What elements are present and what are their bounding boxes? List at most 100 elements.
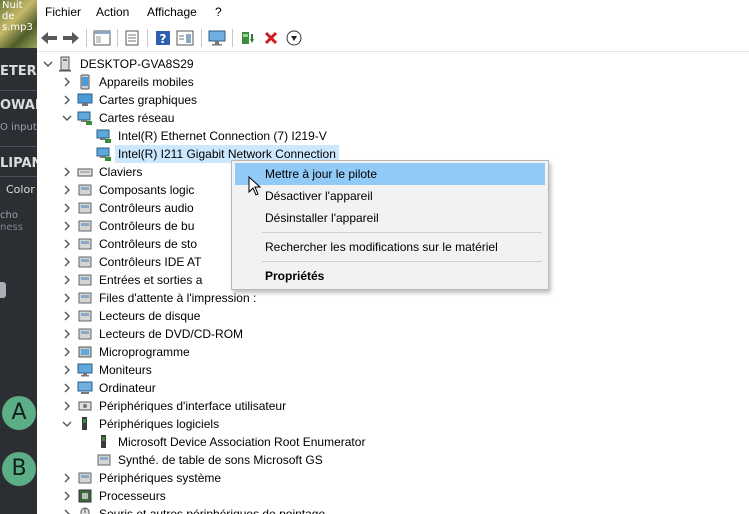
chevron-right-icon[interactable] bbox=[61, 325, 73, 343]
tree-item-label: Périphériques logiciels bbox=[99, 417, 220, 431]
menu-help[interactable]: ? bbox=[215, 5, 222, 19]
tree-item-label: Cartes graphiques bbox=[99, 93, 198, 107]
tree-item-label: Files d'attente à l'impression : bbox=[99, 291, 257, 305]
tree-item[interactable]: Cartes graphiques bbox=[61, 91, 200, 109]
tree-item[interactable]: Ordinateur bbox=[61, 379, 159, 397]
forward-arrow-icon[interactable] bbox=[61, 28, 81, 48]
chevron-down-icon[interactable] bbox=[42, 55, 54, 73]
chevron-right-icon[interactable] bbox=[61, 91, 73, 109]
chevron-right-icon[interactable] bbox=[61, 217, 73, 235]
tree-item-label: Intel(R) Ethernet Connection (7) I219-V bbox=[118, 129, 327, 143]
tree-item[interactable]: Lecteurs de DVD/CD-ROM bbox=[61, 325, 246, 343]
chevron-right-icon[interactable] bbox=[61, 199, 73, 217]
tree-item-label: Lecteurs de disque bbox=[99, 309, 201, 323]
tree-item-label: Contrôleurs audio bbox=[99, 201, 194, 215]
tree-root[interactable]: DESKTOP-GVA8S29 bbox=[42, 55, 197, 73]
tree-item[interactable]: Périphériques d'interface utilisateur bbox=[61, 397, 289, 415]
chevron-right-icon[interactable] bbox=[61, 271, 73, 289]
tree-item[interactable]: Contrôleurs de sto bbox=[61, 235, 200, 253]
chevron-right-icon[interactable] bbox=[61, 505, 73, 514]
chevron-right-icon[interactable] bbox=[61, 307, 73, 325]
chevron-right-icon[interactable] bbox=[61, 469, 73, 487]
tree-item-label: Cartes réseau bbox=[99, 111, 175, 125]
dvd-drive-icon bbox=[77, 326, 93, 342]
download-icon[interactable] bbox=[284, 28, 304, 48]
tree-item[interactable]: Microsoft Device Association Root Enumer… bbox=[80, 433, 368, 451]
menu-action[interactable]: Action bbox=[96, 5, 129, 19]
tree-item[interactable]: Contrôleurs audio bbox=[61, 199, 197, 217]
expander-placeholder bbox=[80, 127, 92, 145]
display-adapter-icon bbox=[77, 92, 93, 108]
back-arrow-icon[interactable] bbox=[39, 28, 59, 48]
chevron-right-icon[interactable] bbox=[61, 181, 73, 199]
chevron-right-icon[interactable] bbox=[61, 235, 73, 253]
toolbar: ? bbox=[37, 24, 749, 52]
chevron-right-icon[interactable] bbox=[61, 397, 73, 415]
chevron-down-icon[interactable] bbox=[61, 415, 73, 433]
tree-root-label: DESKTOP-GVA8S29 bbox=[80, 57, 194, 71]
bg-button-a[interactable]: A bbox=[2, 396, 36, 430]
tree-item[interactable]: Moniteurs bbox=[61, 361, 155, 379]
properties-icon[interactable] bbox=[122, 28, 142, 48]
tree-item[interactable]: Contrôleurs de bu bbox=[61, 217, 197, 235]
audio-io-icon bbox=[77, 272, 93, 288]
tree-item[interactable]: Cartes réseau bbox=[61, 109, 177, 127]
tree-item[interactable]: Intel(R) Ethernet Connection (7) I219-V bbox=[80, 127, 330, 145]
chevron-right-icon[interactable] bbox=[61, 487, 73, 505]
tree-item[interactable]: Files d'attente à l'impression : bbox=[61, 289, 259, 307]
chevron-right-icon[interactable] bbox=[61, 289, 73, 307]
chevron-right-icon[interactable] bbox=[61, 361, 73, 379]
background-app-strip: Nuit de s.mp3 ETER OWAR O input LIPAN Co… bbox=[0, 0, 37, 514]
toolbar-separator bbox=[117, 29, 118, 47]
ctx-uninstall-device[interactable]: Désinstaller l'appareil bbox=[235, 207, 545, 229]
thumbnail-caption-line-1: Nuit de bbox=[2, 0, 23, 22]
toolbar-separator bbox=[147, 29, 148, 47]
tree-item[interactable]: Entrées et sorties a bbox=[61, 271, 205, 289]
menu-affichage[interactable]: Affichage bbox=[147, 5, 197, 19]
tree-item-label: Appareils mobiles bbox=[99, 75, 194, 89]
uninstall-icon[interactable] bbox=[261, 28, 281, 48]
software-device-icon bbox=[77, 416, 93, 432]
expander-placeholder bbox=[80, 145, 92, 163]
tree-item[interactable]: Processeurs bbox=[61, 487, 169, 505]
chevron-right-icon[interactable] bbox=[61, 253, 73, 271]
computer-icon bbox=[58, 56, 74, 72]
ctx-properties[interactable]: Propriétés bbox=[235, 265, 545, 287]
update-driver-icon[interactable] bbox=[238, 28, 258, 48]
thumbnail-caption: Nuit de s.mp3 bbox=[2, 0, 37, 33]
menu-fichier[interactable]: Fichier bbox=[45, 5, 81, 19]
tree-item[interactable]: Périphériques logiciels bbox=[61, 415, 222, 433]
tree-item[interactable]: Composants logic bbox=[61, 181, 197, 199]
monitor-icon[interactable] bbox=[207, 28, 227, 48]
system-device-icon bbox=[77, 470, 93, 486]
tree-item[interactable]: Microprogramme bbox=[61, 343, 193, 361]
tree-item[interactable]: Contrôleurs IDE AT bbox=[61, 253, 204, 271]
bg-divider bbox=[0, 146, 37, 147]
ctx-update-driver[interactable]: Mettre à jour le pilote bbox=[235, 163, 545, 185]
tree-item[interactable]: Claviers bbox=[61, 163, 145, 181]
tree-item[interactable]: Appareils mobiles bbox=[61, 73, 197, 91]
tree-item[interactable]: Souris et autres périphériques de pointa… bbox=[61, 505, 328, 514]
action-pane-icon[interactable] bbox=[175, 28, 195, 48]
chevron-down-icon[interactable] bbox=[61, 109, 73, 127]
tree-item-label: Périphériques d'interface utilisateur bbox=[99, 399, 287, 413]
ctx-disable-device[interactable]: Désactiver l'appareil bbox=[235, 185, 545, 207]
tree-item-label: Contrôleurs de sto bbox=[99, 237, 198, 251]
computer-icon bbox=[77, 380, 93, 396]
tree-item[interactable]: Lecteurs de disque bbox=[61, 307, 203, 325]
bg-button-b[interactable]: B bbox=[2, 452, 36, 486]
help-icon[interactable]: ? bbox=[153, 28, 173, 48]
chevron-right-icon[interactable] bbox=[61, 73, 73, 91]
bg-slider-knob[interactable] bbox=[0, 282, 6, 298]
chevron-right-icon[interactable] bbox=[61, 379, 73, 397]
tree-item[interactable]: Synthé. de table de sons Microsoft GS bbox=[80, 451, 326, 469]
show-hide-console-icon[interactable] bbox=[92, 28, 112, 48]
bg-divider bbox=[0, 90, 37, 91]
ctx-scan-hardware-changes[interactable]: Rechercher les modifications sur le maté… bbox=[235, 236, 545, 258]
tree-item-label: Ordinateur bbox=[99, 381, 156, 395]
chevron-right-icon[interactable] bbox=[61, 163, 73, 181]
bg-label-lipan: LIPAN bbox=[0, 156, 37, 171]
tree-item-label: Processeurs bbox=[99, 489, 166, 503]
chevron-right-icon[interactable] bbox=[61, 343, 73, 361]
tree-item[interactable]: Périphériques système bbox=[61, 469, 224, 487]
